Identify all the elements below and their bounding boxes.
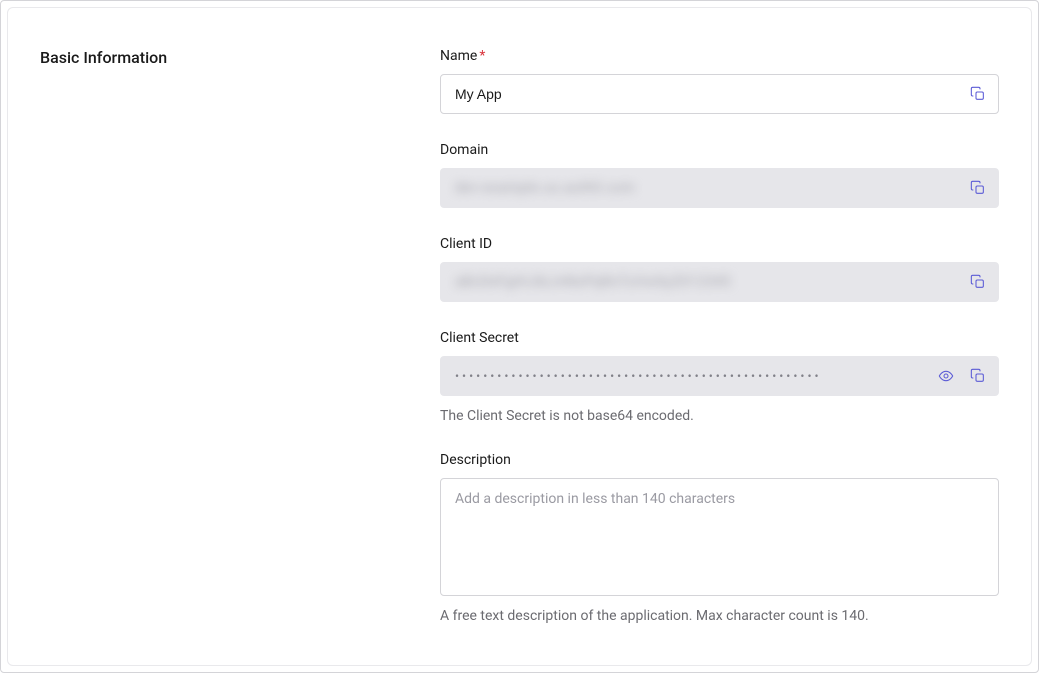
name-input-wrap bbox=[440, 74, 999, 114]
client-secret-label: Client Secret bbox=[440, 330, 999, 346]
field-client-id: Client ID aBcDeFgHiJkLmNoPqRsTuVwXyZ0123… bbox=[440, 236, 999, 302]
section-title: Basic Information bbox=[40, 48, 440, 645]
client-id-label: Client ID bbox=[440, 236, 999, 252]
client-secret-input: ••••••••••••••••••••••••••••••••••••••••… bbox=[440, 356, 999, 396]
client-secret-trailing-icons bbox=[935, 365, 989, 387]
form-column: Name* Domain dev-example.us.auth0.com bbox=[440, 48, 999, 645]
required-mark: * bbox=[479, 48, 485, 64]
domain-input-wrap: dev-example.us.auth0.com bbox=[440, 168, 999, 208]
client-id-input: aBcDeFgHiJkLmNoPqRsTuVwXyZ012345 bbox=[440, 262, 999, 302]
field-domain: Domain dev-example.us.auth0.com bbox=[440, 142, 999, 208]
description-label: Description bbox=[440, 452, 999, 468]
copy-icon[interactable] bbox=[967, 177, 989, 199]
copy-icon[interactable] bbox=[967, 83, 989, 105]
client-secret-masked: ••••••••••••••••••••••••••••••••••••••••… bbox=[455, 369, 822, 383]
domain-value-redacted: dev-example.us.auth0.com bbox=[455, 180, 635, 196]
client-id-trailing-icons bbox=[967, 271, 989, 293]
name-label: Name bbox=[440, 48, 477, 64]
client-secret-input-wrap: ••••••••••••••••••••••••••••••••••••••••… bbox=[440, 356, 999, 396]
name-input[interactable] bbox=[440, 74, 999, 114]
copy-icon[interactable] bbox=[967, 271, 989, 293]
client-id-value-redacted: aBcDeFgHiJkLmNoPqRsTuVwXyZ012345 bbox=[455, 274, 731, 290]
description-textarea[interactable] bbox=[440, 478, 999, 596]
domain-label: Domain bbox=[440, 142, 999, 158]
copy-icon[interactable] bbox=[967, 365, 989, 387]
name-label-row: Name* bbox=[440, 48, 999, 64]
field-name: Name* bbox=[440, 48, 999, 114]
eye-icon[interactable] bbox=[935, 365, 957, 387]
field-description: Description A free text description of t… bbox=[440, 452, 999, 624]
basic-info-card: Basic Information Name* Domai bbox=[7, 7, 1032, 666]
description-help: A free text description of the applicati… bbox=[440, 608, 999, 624]
client-id-input-wrap: aBcDeFgHiJkLmNoPqRsTuVwXyZ012345 bbox=[440, 262, 999, 302]
domain-trailing-icons bbox=[967, 177, 989, 199]
domain-input: dev-example.us.auth0.com bbox=[440, 168, 999, 208]
name-trailing-icons bbox=[967, 83, 989, 105]
page-frame: Basic Information Name* Domai bbox=[0, 0, 1039, 673]
field-client-secret: Client Secret ••••••••••••••••••••••••••… bbox=[440, 330, 999, 424]
client-secret-help: The Client Secret is not base64 encoded. bbox=[440, 408, 999, 424]
